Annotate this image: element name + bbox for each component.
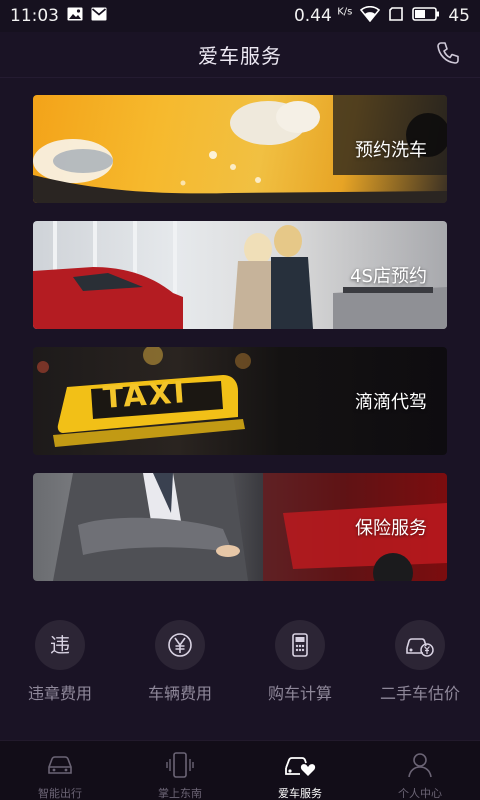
status-bar: 11:03 0.44 K/s 45 [0, 0, 480, 32]
violation-fee-icon: 违 [35, 620, 85, 670]
status-right: 0.44 K/s 45 [293, 5, 470, 27]
service-cards: 预约洗车 4S店预约 TAXI 滴滴代驾 保险服务 [33, 95, 447, 599]
tool-label: 购车计算 [267, 684, 332, 703]
nav-label: 爱车服务 [278, 787, 322, 800]
card-label: 保险服务 [355, 518, 427, 539]
dealer-appointment-card[interactable]: 4S店预约 [33, 221, 447, 329]
tool-used-car-valuation[interactable]: 二手车估价 [365, 620, 475, 710]
used-car-valuation-icon [395, 620, 445, 670]
sim-icon [388, 6, 404, 26]
card-label: 4S店预约 [350, 266, 427, 287]
tools-row: 违 违章费用 车辆费用 购车计算 二手车估价 [0, 620, 480, 710]
tool-label: 车辆费用 [147, 684, 212, 703]
tool-label: 违章费用 [27, 684, 92, 703]
phone-vibrate-icon [164, 749, 196, 781]
image-notification-icon [67, 6, 83, 26]
tool-purchase-calculator[interactable]: 购车计算 [245, 620, 355, 710]
taxi-sign-text: TAXI [101, 375, 188, 416]
insurance-card[interactable]: 保险服务 [33, 473, 447, 581]
car-icon [44, 749, 76, 781]
calculator-icon [275, 620, 325, 670]
wifi-icon [360, 5, 381, 27]
car-wash-card[interactable]: 预约洗车 [33, 95, 447, 203]
svg-text:违: 违 [50, 633, 70, 657]
yen-icon [155, 620, 205, 670]
phone-button[interactable] [432, 39, 464, 71]
card-label: 预约洗车 [355, 140, 427, 161]
network-speed-unit: K/s [337, 6, 353, 18]
tool-violation-fee[interactable]: 违 违章费用 [5, 620, 115, 710]
tool-label: 二手车估价 [379, 684, 460, 703]
phone-icon [435, 40, 461, 70]
card-label: 滴滴代驾 [355, 392, 427, 413]
battery-level: 45 [448, 6, 470, 26]
nav-car-service[interactable]: 爱车服务 [245, 749, 355, 800]
header: 爱车服务 [0, 32, 480, 78]
mail-notification-icon [91, 6, 107, 26]
tool-vehicle-fee[interactable]: 车辆费用 [125, 620, 235, 710]
designated-driver-card[interactable]: TAXI 滴滴代驾 [33, 347, 447, 455]
nav-mobile-dongnan[interactable]: 掌上东南 [125, 749, 235, 800]
car-heart-icon [284, 749, 316, 781]
nav-personal-center[interactable]: 个人中心 [365, 749, 475, 800]
bottom-nav: 智能出行 掌上东南 爱车服务 个人中心 [0, 740, 480, 800]
network-speed: 0.44 K/s [293, 6, 353, 26]
battery-icon [412, 6, 440, 26]
nav-label: 个人中心 [398, 787, 442, 800]
nav-label: 智能出行 [38, 787, 82, 800]
status-time: 11:03 [10, 6, 59, 26]
person-icon [404, 749, 436, 781]
nav-label: 掌上东南 [158, 787, 202, 800]
nav-smart-travel[interactable]: 智能出行 [5, 749, 115, 800]
status-left: 11:03 [10, 6, 107, 26]
page-title: 爱车服务 [198, 44, 282, 68]
